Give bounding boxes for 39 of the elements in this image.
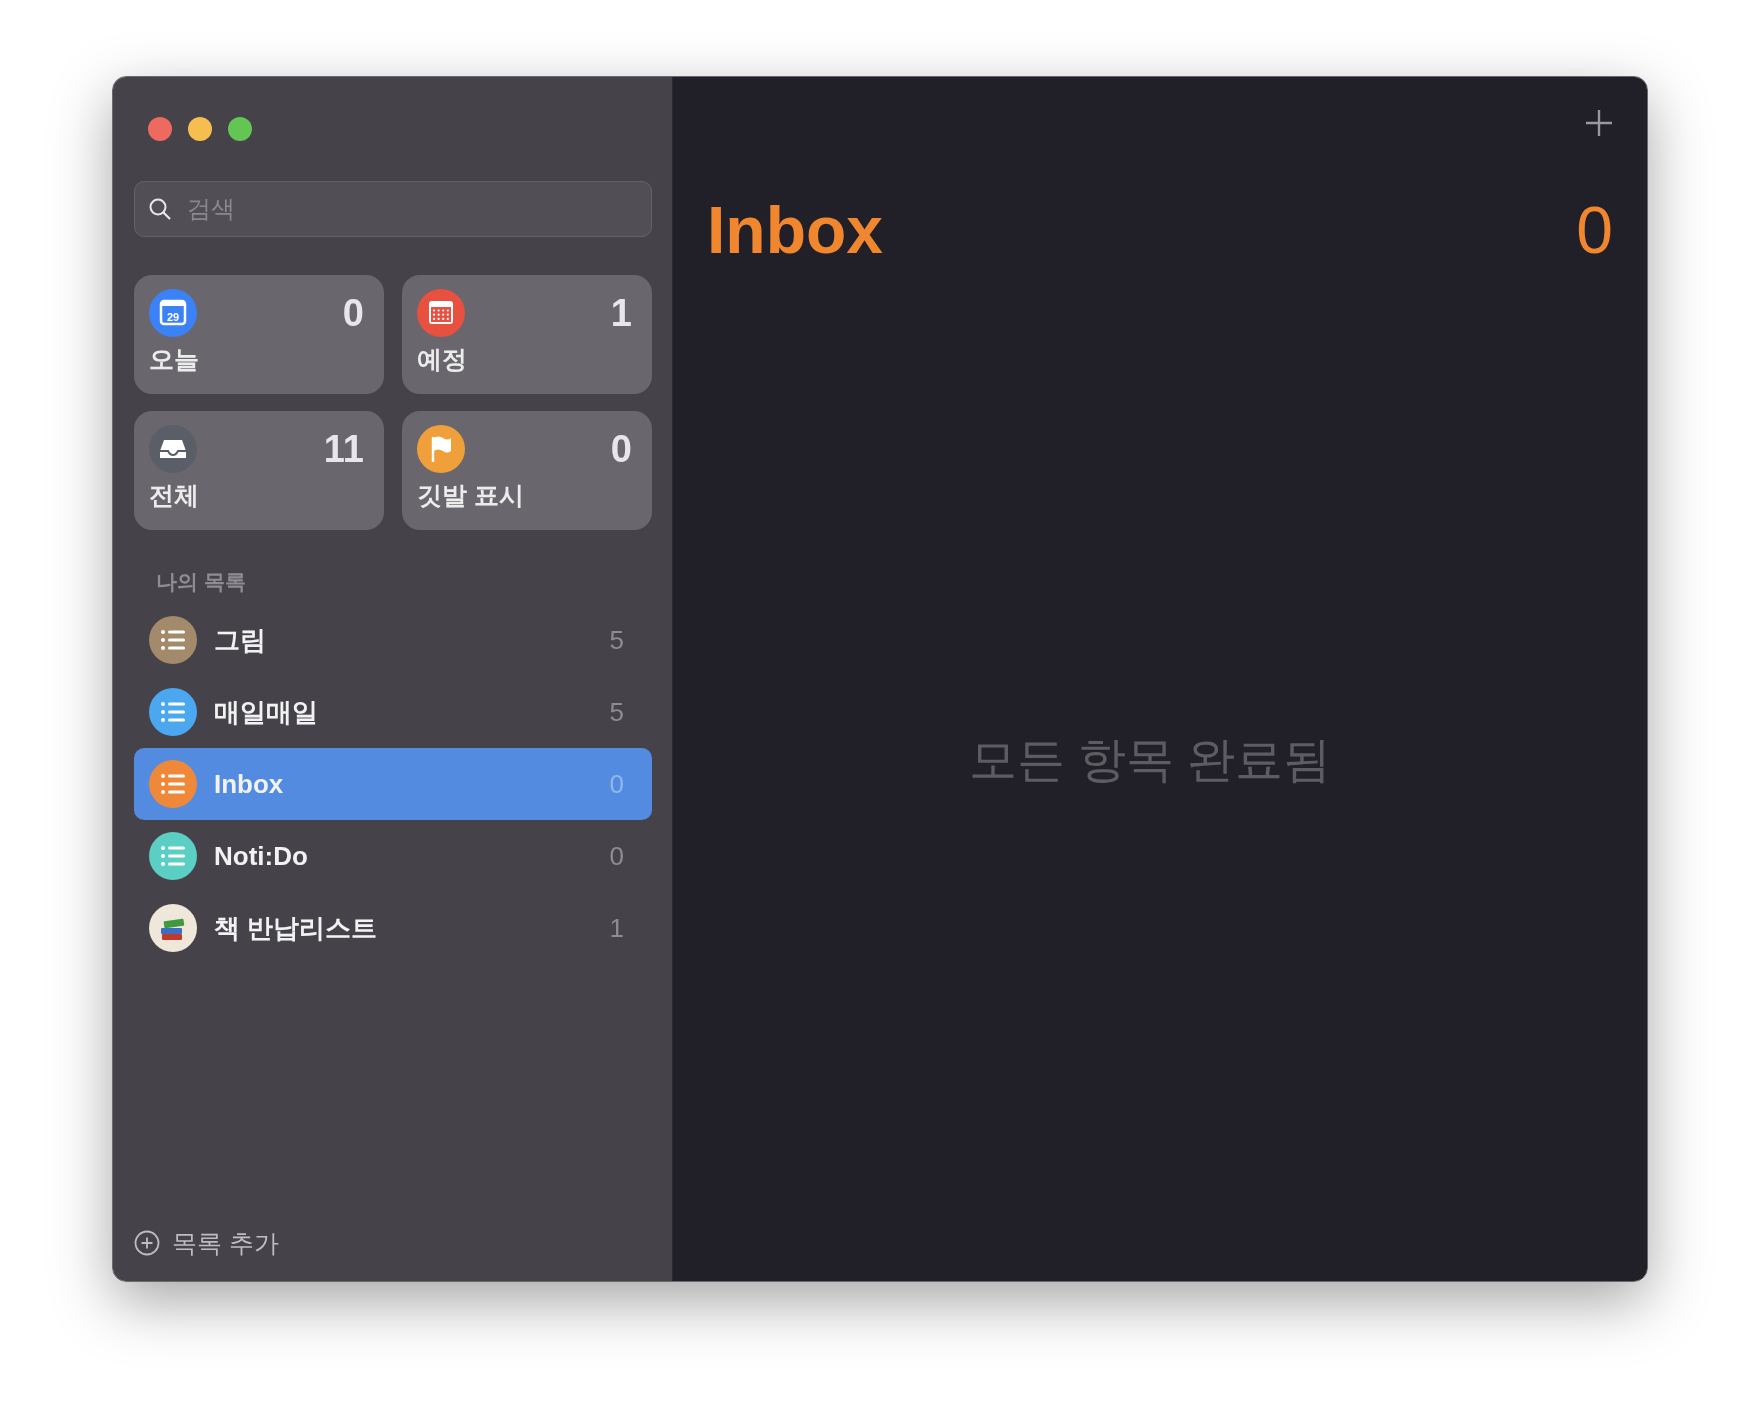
count: 11 [323,427,364,471]
list-item[interactable]: Noti:Do 0 [134,820,652,892]
list-name: 그림 [214,623,267,657]
zoom-button[interactable] [228,117,252,141]
count: 5 [609,624,624,656]
item-count: 0 [1576,192,1613,268]
count: 0 [609,768,624,800]
list-item[interactable]: 책 반납리스트 1 [134,892,652,964]
plus-icon [1585,109,1613,137]
card-label: 깃발 표시 [417,480,525,511]
count: 5 [609,696,624,728]
close-button[interactable] [148,117,172,141]
list-name: 매일매일 [214,695,319,729]
list-item[interactable]: 그림 5 [134,604,652,676]
card-label: 전체 [149,480,200,511]
count: 0 [609,840,624,872]
smart-list-card[interactable]: 0 깃발 표시 [402,411,652,530]
minimize-button[interactable] [188,117,212,141]
card-label: 예정 [417,344,468,375]
list-item[interactable]: Inbox 0 [134,748,652,820]
list-name: Inbox [214,768,285,800]
today-list-icon: 29 [149,289,197,337]
search-field[interactable]: 검색 [134,181,652,237]
list-item[interactable]: 매일매일 5 [134,676,652,748]
count: 1 [610,291,632,335]
list-title: Inbox [707,192,883,268]
smart-list-card[interactable]: 11 전체 [134,411,384,530]
empty-message: 모든 항목 완료됨 [967,732,1333,788]
card-label: 오늘 [149,344,200,375]
plus-circle-icon [134,1230,160,1256]
count: 0 [342,291,364,335]
list-name: 책 반납리스트 [214,911,379,945]
count: 1 [609,912,624,944]
list-name: Noti:Do [214,840,309,872]
smart-list-card[interactable]: 1 예정 [402,275,652,394]
section-header: 나의 목록 [156,569,247,595]
smart-list-card[interactable]: 29 0 오늘 [134,275,384,394]
add-list-button[interactable]: 목록 추가 [134,1213,279,1273]
count: 0 [610,427,632,471]
